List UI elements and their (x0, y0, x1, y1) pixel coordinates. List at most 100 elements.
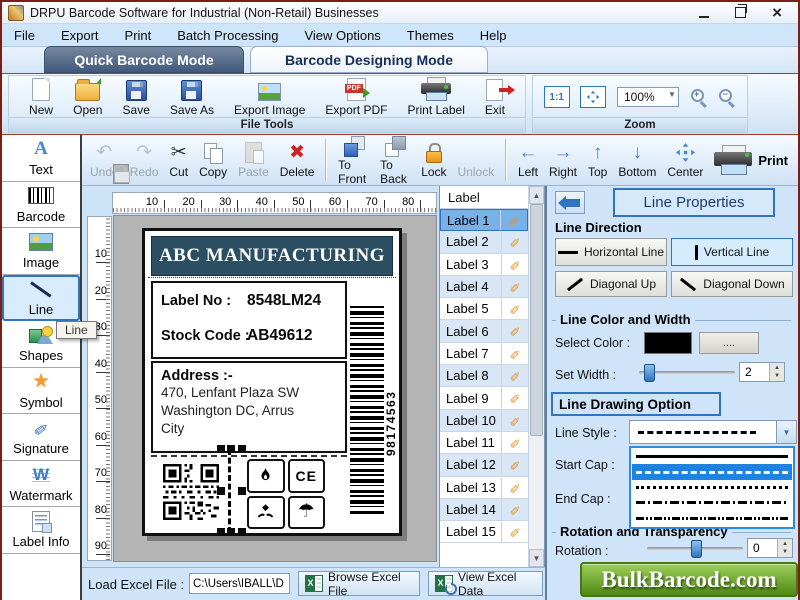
label-address-box[interactable]: Address :- 470, Lenfant Plaza SW Washing… (151, 361, 347, 453)
print-label-button[interactable]: Print Label (407, 77, 464, 117)
design-canvas[interactable]: 1020304050607080 102030405060708090 ABC … (82, 186, 439, 567)
keep-dry-symbol[interactable]: ☂ (288, 496, 326, 530)
selection-handle[interactable] (217, 487, 225, 495)
edit-pencil-icon[interactable]: ✎ (501, 521, 528, 542)
line-style-dropdown[interactable]: ▼ (629, 420, 797, 444)
open-button[interactable]: Open (73, 77, 102, 117)
scroll-down-icon[interactable]: ▼ (529, 549, 544, 567)
paste-button[interactable]: Paste (238, 142, 269, 179)
sidebar-item-text[interactable]: AText (2, 135, 80, 182)
edit-pencil-icon[interactable]: ✎ (500, 210, 527, 230)
flammable-symbol[interactable] (247, 459, 285, 493)
label-list-row[interactable]: Label 2✎ (440, 231, 528, 253)
zoom-in-icon[interactable]: + (690, 88, 708, 106)
label-list-row[interactable]: Label 8✎ (440, 365, 528, 387)
sidebar-item-label-info[interactable]: Label Info (2, 507, 80, 554)
restore-icon[interactable] (735, 7, 746, 18)
vertical-line-button[interactable]: Vertical Line (671, 238, 793, 266)
export-pdf-button[interactable]: PDFExport PDF (325, 77, 387, 117)
rotation-slider-thumb[interactable] (691, 540, 702, 558)
diagonal-up-button[interactable]: Diagonal Up (555, 271, 667, 297)
excel-path-input[interactable]: C:\Users\IBALL\D (189, 573, 290, 594)
menu-item-batch-processing[interactable]: Batch Processing (177, 28, 278, 43)
selection-handle[interactable] (238, 487, 246, 495)
tab-quick-barcode-mode[interactable]: Quick Barcode Mode (44, 46, 244, 73)
export-image-button[interactable]: Export Image (234, 77, 305, 117)
browse-excel-button[interactable]: Browse Excel File (298, 571, 420, 596)
sidebar-item-barcode[interactable]: Barcode (2, 182, 80, 229)
edit-pencil-icon[interactable]: ✎ (501, 499, 528, 520)
label-list-row[interactable]: Label 12✎ (440, 454, 528, 476)
label-list-row[interactable]: Label 9✎ (440, 387, 528, 409)
handle-with-care-symbol[interactable] (247, 496, 285, 530)
selection-handle[interactable] (227, 445, 235, 453)
align-top-button[interactable]: ↑Top (588, 142, 607, 179)
exit-button[interactable]: Exit (485, 77, 505, 117)
sidebar-item-line[interactable]: Line (2, 275, 80, 322)
spinner-down-icon[interactable]: ▼ (782, 549, 788, 555)
align-left-button[interactable]: ←Left (518, 142, 538, 179)
zoom-one-to-one-button[interactable]: 1:1 (544, 86, 570, 108)
selected-line-object[interactable] (228, 449, 231, 533)
view-excel-button[interactable]: View Excel Data (428, 571, 543, 596)
label-list-scrollbar[interactable]: ▲ ▼ (528, 186, 544, 567)
diagonal-down-button[interactable]: Diagonal Down (671, 271, 793, 297)
label-list-row[interactable]: Label 6✎ (440, 320, 528, 342)
selection-handle[interactable] (227, 528, 235, 536)
align-right-button[interactable]: →Right (549, 142, 577, 179)
back-button[interactable] (555, 191, 585, 214)
scroll-up-icon[interactable]: ▲ (529, 186, 544, 204)
line-style-option-dash-dot[interactable] (632, 495, 792, 510)
line-style-option-solid[interactable] (632, 449, 792, 464)
spinner-up-icon[interactable]: ▲ (782, 541, 788, 547)
label-list-row[interactable]: Label 3✎ (440, 254, 528, 276)
label-list-row[interactable]: Label 14✎ (440, 499, 528, 521)
cut-button[interactable]: ✂Cut (169, 142, 188, 179)
label-info-box[interactable]: Label No : 8548LM24 Stock Code : AB49612 (151, 281, 347, 359)
selection-handle[interactable] (217, 445, 225, 453)
tab-barcode-designing-mode[interactable]: Barcode Designing Mode (250, 46, 488, 73)
dropdown-chevron-icon[interactable]: ▼ (776, 421, 796, 443)
rotation-spinner[interactable]: 0 ▲▼ (747, 538, 793, 558)
sidebar-item-watermark[interactable]: WWatermark (2, 461, 80, 508)
unlock-button[interactable]: Unlock (458, 142, 495, 179)
zoom-fit-button[interactable] (580, 86, 606, 108)
label-list-row[interactable]: Label 1✎ (440, 209, 528, 231)
line-style-option-dotted[interactable] (632, 480, 792, 495)
close-icon[interactable]: × (772, 6, 782, 20)
edit-pencil-icon[interactable]: ✎ (501, 432, 528, 453)
menu-item-themes[interactable]: Themes (407, 28, 454, 43)
save-button[interactable]: Save (123, 77, 150, 117)
zoom-level-select[interactable]: 100%▼ (617, 87, 679, 107)
print-button[interactable]: Print (714, 145, 790, 175)
menu-item-print[interactable]: Print (125, 28, 152, 43)
label-list-row[interactable]: Label 7✎ (440, 343, 528, 365)
width-slider-thumb[interactable] (644, 364, 655, 382)
align-center-button[interactable]: Center (667, 142, 703, 179)
edit-pencil-icon[interactable]: ✎ (501, 477, 528, 498)
spinner-up-icon[interactable]: ▲ (774, 365, 780, 371)
sidebar-item-symbol[interactable]: ★Symbol (2, 368, 80, 415)
more-colors-button[interactable]: .... (699, 332, 759, 354)
label-company-header[interactable]: ABC MANUFACTURING (151, 236, 393, 276)
width-spinner[interactable]: 2 ▲▼ (739, 362, 785, 382)
menu-item-file[interactable]: File (14, 28, 35, 43)
label-list-row[interactable]: Label 15✎ (440, 521, 528, 543)
label-list-row[interactable]: Label 11✎ (440, 432, 528, 454)
width-slider[interactable] (639, 364, 735, 380)
minimize-icon[interactable] (699, 16, 709, 18)
spinner-down-icon[interactable]: ▼ (774, 373, 780, 379)
menu-item-view-options[interactable]: View Options (304, 28, 380, 43)
qr-code[interactable] (163, 464, 219, 520)
selection-handle[interactable] (217, 528, 225, 536)
label-list-row[interactable]: Label 13✎ (440, 477, 528, 499)
edit-pencil-icon[interactable]: ✎ (501, 298, 528, 319)
edit-pencil-icon[interactable]: ✎ (501, 387, 528, 408)
label-preview[interactable]: ABC MANUFACTURING Label No : 8548LM24 St… (142, 228, 402, 536)
barcode-graphic[interactable] (350, 306, 384, 514)
horizontal-line-button[interactable]: Horizontal Line (555, 238, 667, 266)
zoom-out-icon[interactable]: − (718, 88, 736, 106)
menu-item-export[interactable]: Export (61, 28, 99, 43)
edit-pencil-icon[interactable]: ✎ (501, 276, 528, 297)
new-button[interactable]: New (29, 77, 53, 117)
